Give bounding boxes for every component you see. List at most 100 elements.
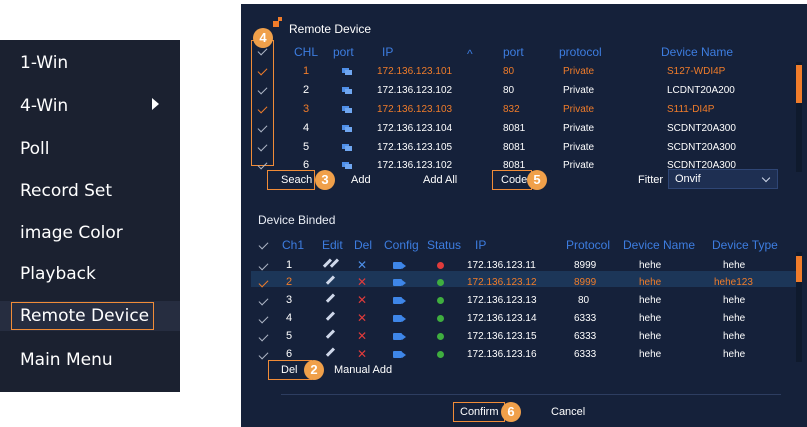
delete-icon[interactable]: ✕: [357, 348, 367, 360]
status-online-icon: [437, 279, 444, 286]
monitor-icon: [342, 68, 352, 75]
row-port: 832: [503, 104, 520, 115]
filter-label: Fitter: [638, 174, 664, 186]
menu-item-image-color[interactable]: image Color: [20, 223, 123, 243]
row-ch: 1: [286, 259, 293, 271]
row-checkbox[interactable]: [258, 295, 269, 306]
edit-icon[interactable]: [325, 293, 335, 303]
config-camera-icon[interactable]: [393, 351, 406, 358]
row-ip: 172.136.123.102: [377, 85, 453, 96]
menu-item-main-menu[interactable]: Main Menu: [20, 350, 113, 370]
col-ip[interactable]: IP: [382, 45, 393, 59]
row-ch: 4: [286, 312, 293, 324]
row-port: 8081: [503, 142, 526, 153]
col-protocol: protocol: [559, 45, 602, 59]
row-chl: 4: [303, 122, 310, 134]
edit-icon[interactable]: [325, 347, 335, 357]
step-badge-2: 2: [304, 360, 324, 380]
row-ip: 172.136.123.12: [467, 277, 537, 288]
manual-add-button[interactable]: Manual Add: [334, 364, 392, 376]
delete-icon[interactable]: ✕: [357, 259, 367, 271]
row-device-name: LCDNT20A200: [667, 85, 735, 96]
row-ch: 6: [286, 348, 293, 360]
edit-icon[interactable]: [325, 329, 335, 339]
menu-item-poll[interactable]: Poll: [20, 139, 50, 159]
config-camera-icon[interactable]: [393, 279, 406, 286]
row-device-name: hehe: [639, 260, 662, 271]
chevron-down-icon: [761, 173, 771, 183]
row-protocol: Private: [563, 142, 595, 153]
device-binded-title: Device Binded: [258, 213, 336, 227]
scrollbar-thumb[interactable]: [796, 256, 802, 282]
config-camera-icon[interactable]: [393, 262, 406, 269]
remote-device-icon: [273, 17, 283, 27]
monitor-icon: [342, 125, 352, 132]
del-button[interactable]: Del: [281, 364, 298, 376]
config-camera-icon[interactable]: [393, 315, 406, 322]
delete-icon[interactable]: ✕: [357, 330, 367, 342]
step-badge-6: 6: [501, 402, 521, 422]
row-checkbox[interactable]: [258, 313, 269, 324]
status-online-icon: [437, 351, 444, 358]
cancel-button[interactable]: Cancel: [551, 406, 585, 418]
col-port-number: port: [503, 45, 524, 59]
sort-arrow-icon[interactable]: ^: [467, 47, 473, 61]
row-ip: 172.136.123.101: [377, 66, 453, 77]
row-ch: 2: [286, 276, 293, 288]
col-binded-device-type: Device Type: [712, 238, 778, 252]
row-device-type: hehe: [723, 331, 746, 342]
submenu-arrow-icon: [152, 98, 159, 110]
col-binded-ip: IP: [475, 238, 487, 252]
menu-item-1-win[interactable]: 1-Win: [20, 53, 68, 73]
col-ch: Ch1: [282, 238, 305, 252]
context-menu: 1-Win 4-Win Poll Record Set image Color …: [0, 40, 180, 392]
row-checkbox[interactable]: [258, 331, 269, 342]
menu-item-playback[interactable]: Playback: [20, 264, 96, 284]
row-ip: 172.136.123.103: [377, 104, 453, 115]
col-device-name: Device Name: [661, 45, 734, 59]
delete-icon[interactable]: ✕: [357, 294, 367, 306]
binded-select-all-checkbox[interactable]: [258, 239, 269, 250]
row-checkbox[interactable]: [258, 260, 269, 271]
row-device-name: SCDNT20A300: [667, 123, 736, 134]
row-port: 80: [503, 66, 515, 77]
row-ip: 172.136.123.15: [467, 331, 537, 342]
binded-list-scrollbar[interactable]: [796, 252, 802, 362]
row-device-type: hehe123: [714, 277, 753, 288]
config-camera-icon[interactable]: [393, 297, 406, 304]
menu-item-remote-device[interactable]: Remote Device: [20, 306, 149, 326]
status-online-icon: [437, 297, 444, 304]
row-device-type: hehe: [723, 295, 746, 306]
row-ip: 172.136.123.104: [377, 123, 453, 134]
row-device-type: hehe: [723, 260, 746, 271]
col-status: Status: [427, 238, 462, 252]
code-button[interactable]: Code: [501, 174, 527, 186]
scrollbar-thumb[interactable]: [796, 65, 802, 103]
row-protocol: Private: [563, 66, 595, 77]
add-all-button[interactable]: Add All: [423, 174, 457, 186]
col-del: Del: [354, 238, 373, 252]
col-edit: Edit: [322, 238, 343, 252]
row-chl: 1: [303, 65, 310, 77]
row-device-name: S111-DI4P: [667, 104, 715, 115]
row-chl: 3: [303, 103, 310, 115]
col-config: Config: [384, 238, 419, 252]
menu-item-4-win[interactable]: 4-Win: [20, 96, 68, 116]
edit-icon[interactable]: [325, 311, 335, 321]
row-device-name: hehe: [639, 313, 662, 324]
delete-icon[interactable]: ✕: [357, 312, 367, 324]
filter-select-value: Onvif: [675, 173, 701, 185]
menu-item-record-set[interactable]: Record Set: [20, 181, 112, 201]
remote-device-title: Remote Device: [289, 22, 372, 36]
row-chl: 5: [303, 141, 310, 153]
filter-select[interactable]: Onvif: [668, 169, 778, 189]
row-ip: 172.136.123.102: [377, 160, 453, 171]
confirm-button[interactable]: Confirm: [460, 406, 499, 418]
search-button[interactable]: Seach: [281, 174, 312, 186]
add-button[interactable]: Add: [351, 174, 371, 186]
row-checkbox[interactable]: [258, 349, 269, 360]
remote-list-scrollbar[interactable]: [796, 62, 802, 172]
config-camera-icon[interactable]: [393, 333, 406, 340]
remote-device-dialog: Remote Device CHL port IP ^ port protoco…: [241, 4, 807, 427]
delete-icon[interactable]: ✕: [357, 276, 367, 288]
